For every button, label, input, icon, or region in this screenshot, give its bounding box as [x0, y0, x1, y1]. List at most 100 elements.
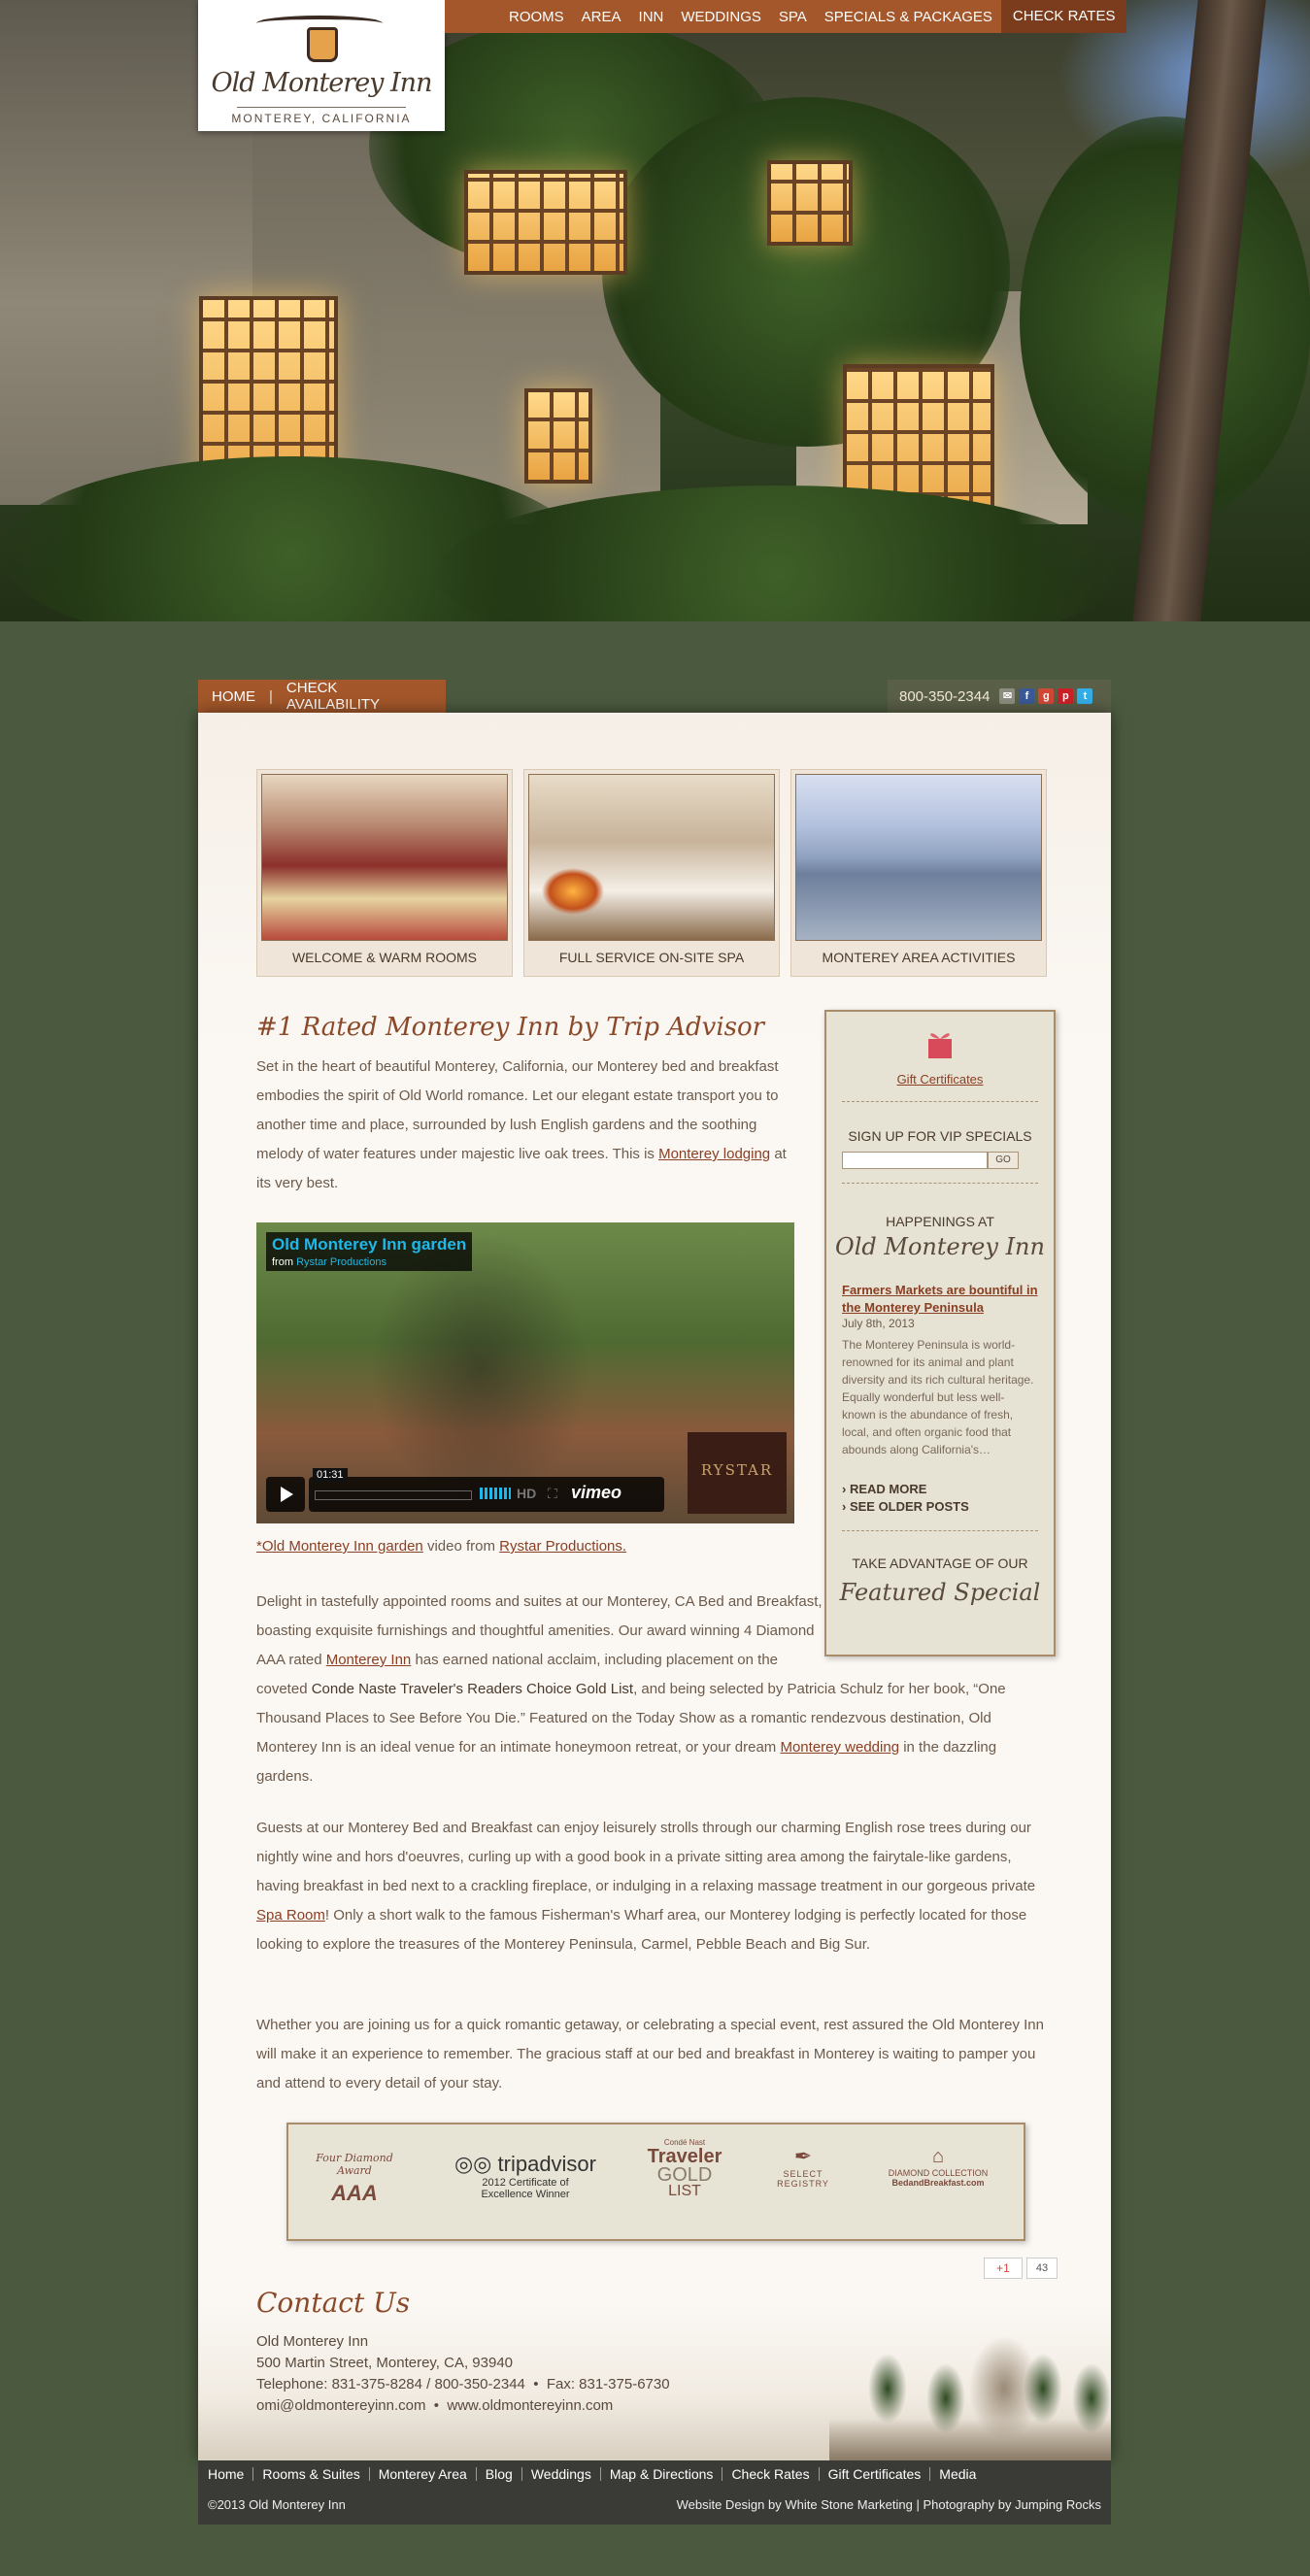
- video-player[interactable]: Old Monterey Inn garden from Rystar Prod…: [256, 1222, 794, 1523]
- vimeo-logo[interactable]: vimeo: [571, 1483, 621, 1503]
- logo-location: MONTEREY, CALIFORNIA: [231, 112, 412, 125]
- happenings-script: Old Monterey Inn: [835, 1233, 1045, 1260]
- footer-link-map[interactable]: Map & Directions: [601, 2467, 723, 2481]
- footer-link-blog[interactable]: Blog: [477, 2467, 522, 2481]
- contact-bar: 800-350-2344 ✉ f g p t: [888, 680, 1111, 713]
- intro-heading: #1 Rated Monterey Inn by Trip Advisor: [256, 1013, 765, 1042]
- hero-window: [524, 388, 592, 484]
- rystar-link[interactable]: Rystar Productions.: [499, 1538, 626, 1555]
- blog-post-date: July 8th, 2013: [842, 1317, 915, 1330]
- happenings-heading: HAPPENINGS AT: [886, 1214, 994, 1229]
- blog-post-excerpt: The Monterey Peninsula is world-renowned…: [842, 1338, 1034, 1456]
- aaa-logo-text: AAA: [331, 2181, 378, 2205]
- footer-bottom: ©2013 Old Monterey Inn Website Design by…: [198, 2488, 1111, 2525]
- sidebar: Gift Certificates SIGN UP FOR VIP SPECIA…: [824, 1010, 1056, 1656]
- footer-link-home[interactable]: Home: [208, 2467, 254, 2481]
- feature-activities[interactable]: MONTEREY AREA ACTIVITIES: [790, 769, 1047, 977]
- video-caption: *Old Monterey Inn garden video from Ryst…: [256, 1532, 626, 1561]
- para3-a: Guests at our Monterey Bed and Breakfast…: [256, 1820, 1036, 1894]
- top-nav: ROOMS AREA INN WEDDINGS SPA SPECIALS & P…: [445, 0, 1127, 33]
- video-title-box: Old Monterey Inn garden from Rystar Prod…: [266, 1232, 473, 1271]
- google-plus-button[interactable]: +1: [984, 2258, 1023, 2279]
- subnav-check-availability[interactable]: CHECK AVAILABILITY: [273, 680, 446, 713]
- spa-photo: [528, 774, 775, 941]
- vip-heading: SIGN UP FOR VIP SPECIALS: [848, 1128, 1032, 1144]
- nav-rooms[interactable]: ROOMS: [445, 9, 573, 25]
- contact-address: 500 Martin Street, Monterey, CA, 93940: [256, 2355, 514, 2371]
- cn-main: Traveler: [647, 2146, 722, 2167]
- contact-heading: Contact Us: [256, 2287, 411, 2319]
- nav-check-rates[interactable]: CHECK RATES: [1000, 0, 1127, 33]
- contact-telephone[interactable]: Telephone: 831-375-8284 / 800-350-2344 •…: [256, 2374, 670, 2395]
- pinterest-icon[interactable]: p: [1058, 688, 1074, 704]
- fullscreen-icon[interactable]: ⛶: [548, 1486, 557, 1502]
- feature-spa[interactable]: FULL SERVICE ON-SITE SPA: [523, 769, 780, 977]
- contact-details: Old Monterey Inn 500 Martin Street, Mont…: [256, 2331, 670, 2417]
- older-posts-link[interactable]: › SEE OLDER POSTS: [842, 1499, 969, 1514]
- spa-room-link[interactable]: Spa Room: [256, 1907, 325, 1924]
- hd-button[interactable]: HD: [517, 1486, 536, 1501]
- read-more-link[interactable]: › READ MORE: [842, 1482, 926, 1496]
- contact-email-web[interactable]: omi@oldmontereyinn.com • www.oldmonterey…: [256, 2395, 670, 2417]
- blog-post-title[interactable]: Farmers Markets are bountiful in the Mon…: [842, 1282, 1042, 1317]
- nav-specials[interactable]: SPECIALS & PACKAGES: [816, 9, 1001, 25]
- footer-link-area[interactable]: Monterey Area: [370, 2467, 477, 2481]
- vip-go-button[interactable]: GO: [988, 1152, 1019, 1169]
- diamond-text1: DIAMOND COLLECTION: [888, 2168, 989, 2178]
- email-icon[interactable]: ✉: [999, 688, 1016, 704]
- feature-rooms[interactable]: WELCOME & WARM ROOMS: [256, 769, 513, 977]
- nav-spa[interactable]: SPA: [770, 9, 816, 25]
- nav-weddings[interactable]: WEDDINGS: [672, 9, 770, 25]
- diamond-text2: BedandBreakfast.com: [891, 2178, 985, 2188]
- footer-link-check-rates[interactable]: Check Rates: [722, 2467, 820, 2481]
- video-title[interactable]: Old Monterey Inn garden: [272, 1235, 466, 1255]
- phone-number[interactable]: 800-350-2344: [888, 688, 999, 705]
- footer-link-rooms[interactable]: Rooms & Suites: [253, 2467, 370, 2481]
- video-controls: 01:31 HD ⛶ vimeo: [309, 1468, 664, 1512]
- google-plus-count: 43: [1026, 2258, 1058, 2279]
- divider: [842, 1530, 1038, 1531]
- divider: [842, 1183, 1038, 1184]
- monterey-lodging-link[interactable]: Monterey lodging: [658, 1146, 770, 1162]
- awards-banner: Four Diamond Award AAA ◎◎ tripadvisor 20…: [286, 2123, 1025, 2241]
- volume-icon[interactable]: [480, 1488, 511, 1499]
- google-plus-icon[interactable]: g: [1038, 688, 1055, 704]
- play-button[interactable]: [266, 1477, 305, 1512]
- hero-window: [767, 160, 853, 246]
- footer-link-weddings[interactable]: Weddings: [522, 2467, 601, 2481]
- video-caption-link[interactable]: *Old Monterey Inn garden: [256, 1538, 423, 1555]
- video-author[interactable]: Rystar Productions: [296, 1256, 386, 1268]
- site-logo[interactable]: Old Monterey Inn MONTEREY, CALIFORNIA: [198, 0, 445, 131]
- gift-certificates-link[interactable]: Gift Certificates: [897, 1072, 984, 1087]
- featured-special-link[interactable]: Featured Special: [826, 1579, 1054, 1606]
- subnav-home[interactable]: HOME: [198, 688, 269, 705]
- para3-b: ! Only a short walk to the famous Fisher…: [256, 1907, 1027, 1953]
- monterey-inn-link[interactable]: Monterey Inn: [326, 1652, 412, 1668]
- quill-icon: ✒: [793, 2144, 813, 2168]
- paragraph-3: Guests at our Monterey Bed and Breakfast…: [256, 1814, 1053, 1959]
- footer-link-media[interactable]: Media: [930, 2467, 985, 2481]
- take-advantage-heading: TAKE ADVANTAGE OF OUR: [852, 1556, 1028, 1571]
- credits[interactable]: Website Design by White Stone Marketing …: [677, 2497, 1101, 2512]
- vip-email-input[interactable]: [842, 1152, 988, 1169]
- twitter-icon[interactable]: t: [1077, 688, 1093, 704]
- nav-area[interactable]: AREA: [573, 9, 630, 25]
- sub-nav: HOME | CHECK AVAILABILITY: [198, 680, 446, 713]
- diamond-collection-award: ⌂ DIAMOND COLLECTION BedandBreakfast.com: [881, 2146, 995, 2188]
- feature-caption: FULL SERVICE ON-SITE SPA: [558, 950, 745, 965]
- conde-naste-text: Conde Naste Traveler's Readers Choice Go…: [311, 1681, 634, 1697]
- video-progress[interactable]: [315, 1490, 472, 1500]
- video-time: 01:31: [313, 1468, 348, 1482]
- video-from-label: from: [272, 1256, 293, 1268]
- tripadvisor-sub1: 2012 Certificate of: [482, 2177, 569, 2189]
- footer-link-gift[interactable]: Gift Certificates: [820, 2467, 931, 2481]
- facebook-icon[interactable]: f: [1019, 688, 1035, 704]
- nav-inn[interactable]: INN: [630, 9, 673, 25]
- tripadvisor-sub2: Excellence Winner: [481, 2189, 570, 2200]
- subnav-separator: |: [269, 687, 273, 705]
- activities-photo: [795, 774, 1042, 941]
- feature-caption: MONTEREY AREA ACTIVITIES: [822, 950, 1016, 965]
- monterey-wedding-link[interactable]: Monterey wedding: [780, 1739, 899, 1756]
- play-icon: [281, 1487, 293, 1502]
- fountain-photo: [829, 2321, 1111, 2460]
